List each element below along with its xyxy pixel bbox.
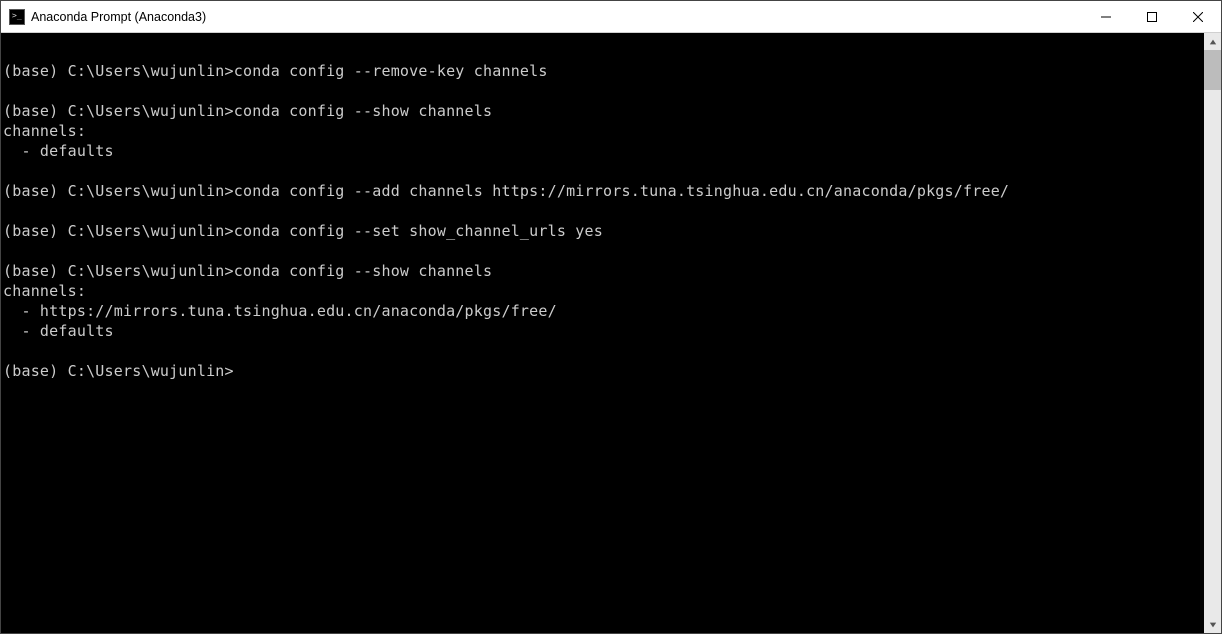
window-titlebar: Anaconda Prompt (Anaconda3)	[1, 1, 1221, 33]
close-button[interactable]	[1175, 1, 1221, 33]
terminal-icon	[9, 9, 25, 25]
maximize-button[interactable]	[1129, 1, 1175, 33]
scroll-track[interactable]	[1204, 50, 1221, 616]
terminal-output[interactable]: (base) C:\Users\wujunlin>conda config --…	[1, 33, 1204, 633]
scroll-down-button[interactable]	[1204, 616, 1221, 633]
terminal-area: (base) C:\Users\wujunlin>conda config --…	[1, 33, 1221, 633]
scroll-thumb[interactable]	[1204, 50, 1221, 90]
minimize-button[interactable]	[1083, 1, 1129, 33]
vertical-scrollbar[interactable]	[1204, 33, 1221, 633]
window-title: Anaconda Prompt (Anaconda3)	[31, 10, 1083, 24]
scroll-up-button[interactable]	[1204, 33, 1221, 50]
